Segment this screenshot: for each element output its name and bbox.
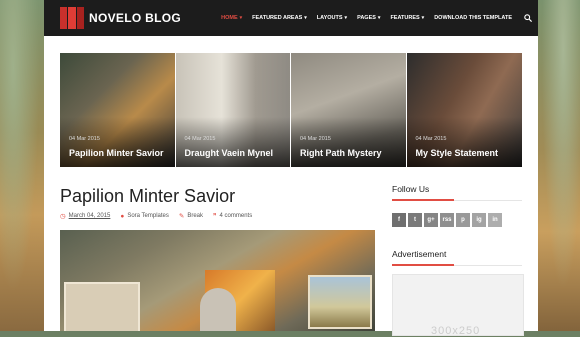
chevron-down-icon: ▾ bbox=[421, 15, 425, 21]
card-title[interactable]: My Style Statement bbox=[416, 148, 499, 158]
logo-text: NOVELO BLOG bbox=[89, 11, 181, 25]
advertisement-heading: Advertisement bbox=[392, 249, 522, 266]
nav-layouts[interactable]: LAYOUTS ▾ bbox=[317, 15, 347, 21]
follow-heading: Follow Us bbox=[392, 184, 522, 201]
pinterest-icon[interactable]: p bbox=[456, 213, 470, 227]
ad-size-text: 300x250 bbox=[431, 325, 481, 337]
chevron-down-icon: ▾ bbox=[377, 15, 381, 21]
nav-home[interactable]: HOME ▾ bbox=[221, 15, 242, 21]
chevron-down-icon: ▾ bbox=[239, 15, 243, 21]
background-left bbox=[0, 0, 44, 331]
post-author[interactable]: ● Sora Templates bbox=[120, 213, 169, 220]
background-right bbox=[538, 0, 580, 331]
clock-icon: ◷ bbox=[60, 213, 66, 220]
nav-featured-areas[interactable]: FEATURED AREAS ▾ bbox=[252, 15, 307, 21]
sidebar: Follow Us f t g+ rss p ig in Advertiseme… bbox=[392, 184, 524, 337]
card-overlay bbox=[406, 117, 522, 167]
search-icon[interactable] bbox=[524, 14, 532, 22]
card-date: 04 Mar 2015 bbox=[415, 136, 447, 142]
chevron-down-icon: ▾ bbox=[304, 15, 307, 21]
featured-card[interactable]: 04 Mar 2015 Papilion Minter Savior bbox=[60, 53, 175, 167]
post-date[interactable]: ◷ March 04, 2015 bbox=[60, 212, 110, 220]
advertisement-box[interactable]: 300x250 bbox=[392, 274, 524, 337]
nav-label: LAYOUTS bbox=[316, 15, 343, 21]
rss-icon[interactable]: rss bbox=[440, 213, 454, 227]
post-meta: ◷ March 04, 2015 ● Sora Templates ✎ Brea… bbox=[60, 212, 262, 221]
nav-download-template[interactable]: DOWNLOAD THIS TEMPLATE bbox=[434, 15, 512, 21]
featured-card[interactable]: 04 Mar 2015 Draught Vaein Mynel bbox=[175, 53, 290, 167]
linkedin-icon[interactable]: in bbox=[488, 213, 502, 227]
post-image[interactable] bbox=[60, 230, 375, 331]
nav-pages[interactable]: PAGES ▾ bbox=[357, 15, 380, 21]
page-container: NOVELO BLOG HOME ▾ FEATURED AREAS ▾ LAYOUT… bbox=[44, 0, 538, 337]
image-person bbox=[200, 288, 236, 331]
post-category[interactable]: ✎ Break bbox=[179, 212, 203, 220]
nav-features[interactable]: FEATURES ▾ bbox=[390, 15, 424, 21]
nav-label: PAGES bbox=[357, 15, 376, 21]
chevron-down-icon: ▾ bbox=[344, 15, 348, 21]
card-title[interactable]: Draught Vaein Mynel bbox=[185, 148, 274, 158]
post-date-text[interactable]: March 04, 2015 bbox=[69, 213, 111, 219]
twitter-icon[interactable]: t bbox=[408, 213, 422, 227]
post-category-text[interactable]: Break bbox=[187, 213, 203, 219]
nav-label: FEATURES bbox=[390, 15, 420, 21]
google-plus-icon[interactable]: g+ bbox=[424, 213, 438, 227]
nav-label: HOME bbox=[221, 15, 238, 21]
featured-slider: 04 Mar 2015 Papilion Minter Savior 04 Ma… bbox=[60, 53, 522, 167]
post-comments-text[interactable]: 4 comments bbox=[220, 213, 253, 219]
card-overlay bbox=[175, 117, 290, 167]
post-author-text[interactable]: Sora Templates bbox=[127, 213, 169, 219]
site-logo[interactable]: NOVELO BLOG bbox=[60, 7, 181, 29]
image-painting bbox=[308, 275, 372, 329]
edit-icon: ✎ bbox=[178, 213, 185, 220]
card-overlay bbox=[60, 117, 175, 167]
nav-label: FEATURED AREAS bbox=[252, 15, 303, 21]
card-title[interactable]: Papilion Minter Savior bbox=[69, 148, 164, 158]
card-date: 04 Mar 2015 bbox=[69, 136, 100, 142]
card-date: 04 Mar 2015 bbox=[300, 136, 331, 142]
card-overlay bbox=[291, 117, 406, 167]
nav-label: DOWNLOAD THIS TEMPLATE bbox=[434, 15, 512, 21]
logo-mark-icon bbox=[60, 7, 84, 29]
featured-card[interactable]: 04 Mar 2015 Right Path Mystery bbox=[291, 53, 406, 167]
image-painting bbox=[64, 282, 140, 331]
comments-icon: ❞ bbox=[213, 213, 217, 220]
facebook-icon[interactable]: f bbox=[392, 213, 406, 227]
instagram-icon[interactable]: ig bbox=[472, 213, 486, 227]
user-icon: ● bbox=[120, 212, 125, 220]
card-title[interactable]: Right Path Mystery bbox=[300, 148, 382, 158]
card-date: 04 Mar 2015 bbox=[184, 136, 216, 142]
site-header: NOVELO BLOG HOME ▾ FEATURED AREAS ▾ LAYOUT… bbox=[44, 0, 538, 36]
social-icons: f t g+ rss p ig in bbox=[392, 213, 522, 227]
featured-card[interactable]: 04 Mar 2015 My Style Statement bbox=[406, 53, 522, 167]
post-title[interactable]: Papilion Minter Savior bbox=[60, 186, 235, 207]
main-nav: HOME ▾ FEATURED AREAS ▾ LAYOUTS ▾ PAGES ▾ FE… bbox=[211, 0, 532, 36]
post-comments[interactable]: ❞ 4 comments bbox=[213, 212, 252, 220]
